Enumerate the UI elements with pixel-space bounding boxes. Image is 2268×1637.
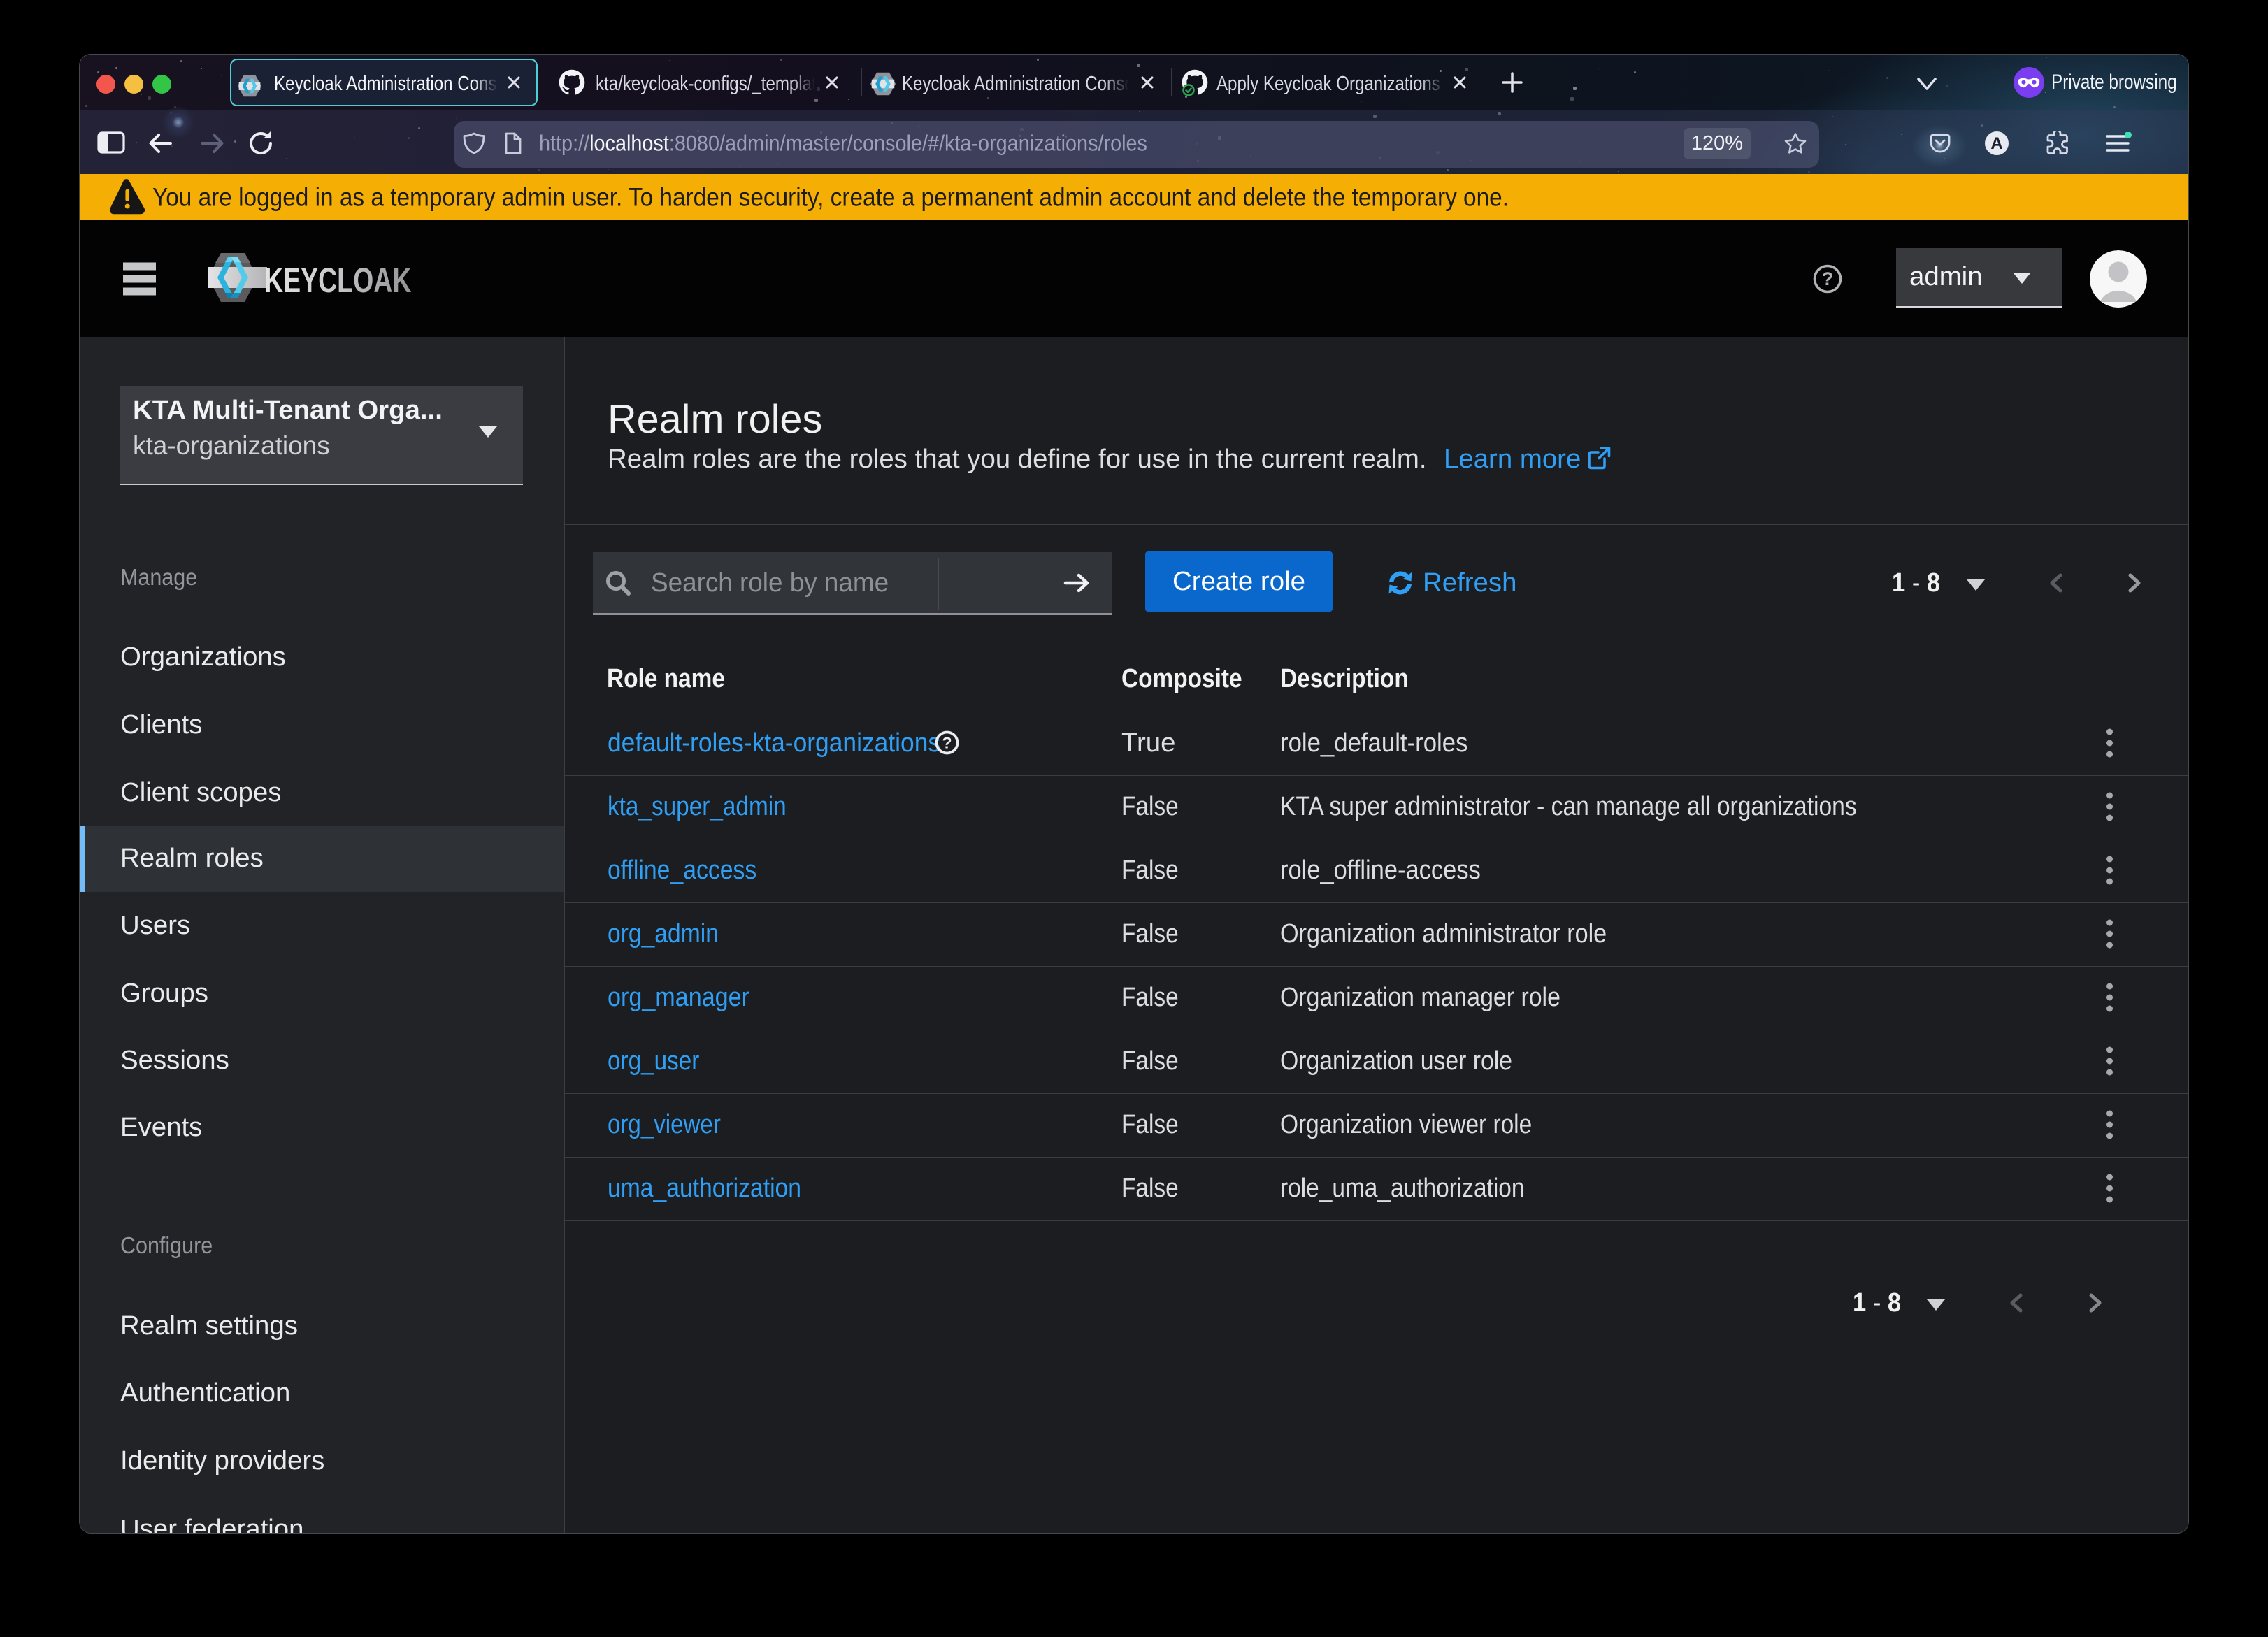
svg-text:?: ? [1822, 268, 1834, 289]
svg-text:A: A [1990, 134, 2002, 153]
svg-text:?: ? [942, 734, 952, 752]
